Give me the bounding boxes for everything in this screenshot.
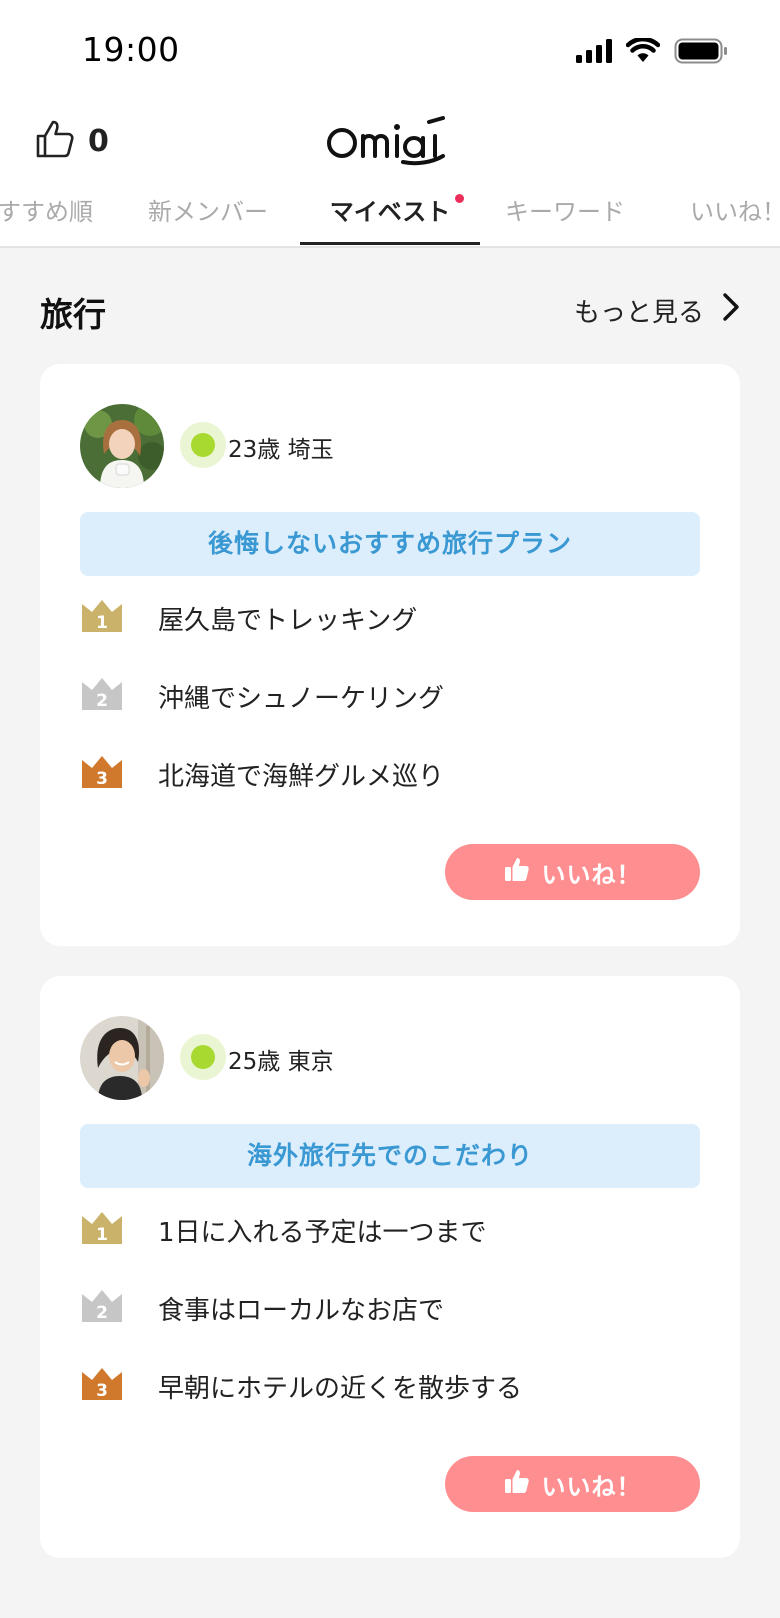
rank-text: 沖縄でシュノーケリング bbox=[158, 684, 445, 714]
status-time: 19:00 bbox=[82, 30, 180, 69]
likes-count: 0 bbox=[88, 123, 109, 159]
like-button[interactable]: いいね！ bbox=[445, 844, 700, 900]
gold-crown-icon: 1 bbox=[80, 598, 124, 638]
tab-label: すすめ順 bbox=[0, 198, 93, 226]
svg-text:2: 2 bbox=[96, 1303, 108, 1323]
tab-label: キーワード bbox=[505, 198, 625, 226]
tab-recommended[interactable]: すすめ順 bbox=[0, 186, 110, 244]
like-button[interactable]: いいね！ bbox=[445, 1456, 700, 1512]
svg-text:3: 3 bbox=[96, 769, 108, 789]
tab-label: いいね！ bbox=[690, 198, 780, 226]
profile-info: 25歳 東京 bbox=[228, 1049, 334, 1075]
online-status-indicator bbox=[180, 422, 226, 468]
silver-crown-icon: 2 bbox=[80, 676, 124, 716]
rank-text: 食事はローカルなお店で bbox=[158, 1296, 445, 1326]
rank-text: 1日に入れる予定は一つまで bbox=[158, 1218, 487, 1248]
rank-text: 北海道で海鮮グルメ巡り bbox=[158, 762, 445, 792]
thumbs-up-icon bbox=[34, 118, 76, 164]
svg-text:1: 1 bbox=[96, 613, 108, 633]
status-icons bbox=[576, 36, 728, 68]
notification-dot bbox=[455, 194, 464, 203]
avatar[interactable] bbox=[80, 1016, 164, 1100]
section-header: 旅行 もっと見る bbox=[0, 270, 780, 350]
like-button-label: いいね！ bbox=[541, 1473, 642, 1501]
rank-text: 早朝にホテルの近くを散歩する bbox=[158, 1374, 523, 1404]
app-header: 0 bbox=[0, 100, 780, 180]
silver-crown-icon: 2 bbox=[80, 1288, 124, 1328]
like-button-label: いいね！ bbox=[541, 861, 642, 889]
bronze-crown-icon: 3 bbox=[80, 754, 124, 794]
signal-icon bbox=[576, 39, 612, 67]
screen: 19:00 0 すすめ順 新メンバー マイベスト キーワード いいね！ 旅行 も… bbox=[0, 0, 780, 1618]
thumbs-up-icon bbox=[504, 856, 530, 889]
see-more-label: もっと見る bbox=[573, 298, 704, 328]
omiai-logo bbox=[325, 110, 455, 170]
likes-counter[interactable]: 0 bbox=[34, 118, 109, 164]
rank-item-1: 1 屋久島でトレッキング bbox=[80, 594, 700, 644]
online-status-indicator bbox=[180, 1034, 226, 1080]
svg-text:2: 2 bbox=[96, 691, 108, 711]
tab-keyword[interactable]: キーワード bbox=[490, 186, 640, 244]
rank-item-2: 2 沖縄でシュノーケリング bbox=[80, 672, 700, 722]
see-more-link[interactable]: もっと見る bbox=[574, 292, 740, 329]
tab-my-best[interactable]: マイベスト bbox=[300, 186, 480, 245]
tab-likes[interactable]: いいね！ bbox=[690, 186, 780, 244]
tab-label: マイベスト bbox=[329, 198, 451, 226]
rank-item-2: 2 食事はローカルなお店で bbox=[80, 1284, 700, 1334]
rank-item-3: 3 早朝にホテルの近くを散歩する bbox=[80, 1362, 700, 1412]
rank-item-1: 1 1日に入れる予定は一つまで bbox=[80, 1206, 700, 1256]
gold-crown-icon: 1 bbox=[80, 1210, 124, 1250]
wifi-icon bbox=[625, 36, 661, 68]
svg-text:3: 3 bbox=[96, 1381, 108, 1401]
svg-text:1: 1 bbox=[96, 1225, 108, 1245]
top-bar: 19:00 0 すすめ順 新メンバー マイベスト キーワード いいね！ bbox=[0, 0, 780, 248]
tab-bar: すすめ順 新メンバー マイベスト キーワード いいね！ bbox=[0, 186, 780, 248]
rank-text: 屋久島でトレッキング bbox=[158, 606, 418, 636]
rank-item-3: 3 北海道で海鮮グルメ巡り bbox=[80, 750, 700, 800]
thumbs-up-icon bbox=[504, 1468, 530, 1501]
theme-title: 海外旅行先でのこだわり bbox=[80, 1124, 700, 1188]
best-card: 25歳 東京 海外旅行先でのこだわり 1 1日に入れる予定は一つまで 2 食事は… bbox=[40, 976, 740, 1558]
theme-title: 後悔しないおすすめ旅行プラン bbox=[80, 512, 700, 576]
section-title: 旅行 bbox=[40, 295, 106, 334]
battery-icon bbox=[674, 38, 728, 68]
avatar[interactable] bbox=[80, 404, 164, 488]
chevron-right-icon bbox=[722, 292, 740, 329]
bronze-crown-icon: 3 bbox=[80, 1366, 124, 1406]
tab-label: 新メンバー bbox=[148, 198, 268, 226]
profile-info: 23歳 埼玉 bbox=[228, 437, 334, 463]
best-card: 23歳 埼玉 後悔しないおすすめ旅行プラン 1 屋久島でトレッキング 2 沖縄で… bbox=[40, 364, 740, 946]
tab-new-members[interactable]: 新メンバー bbox=[128, 186, 288, 244]
